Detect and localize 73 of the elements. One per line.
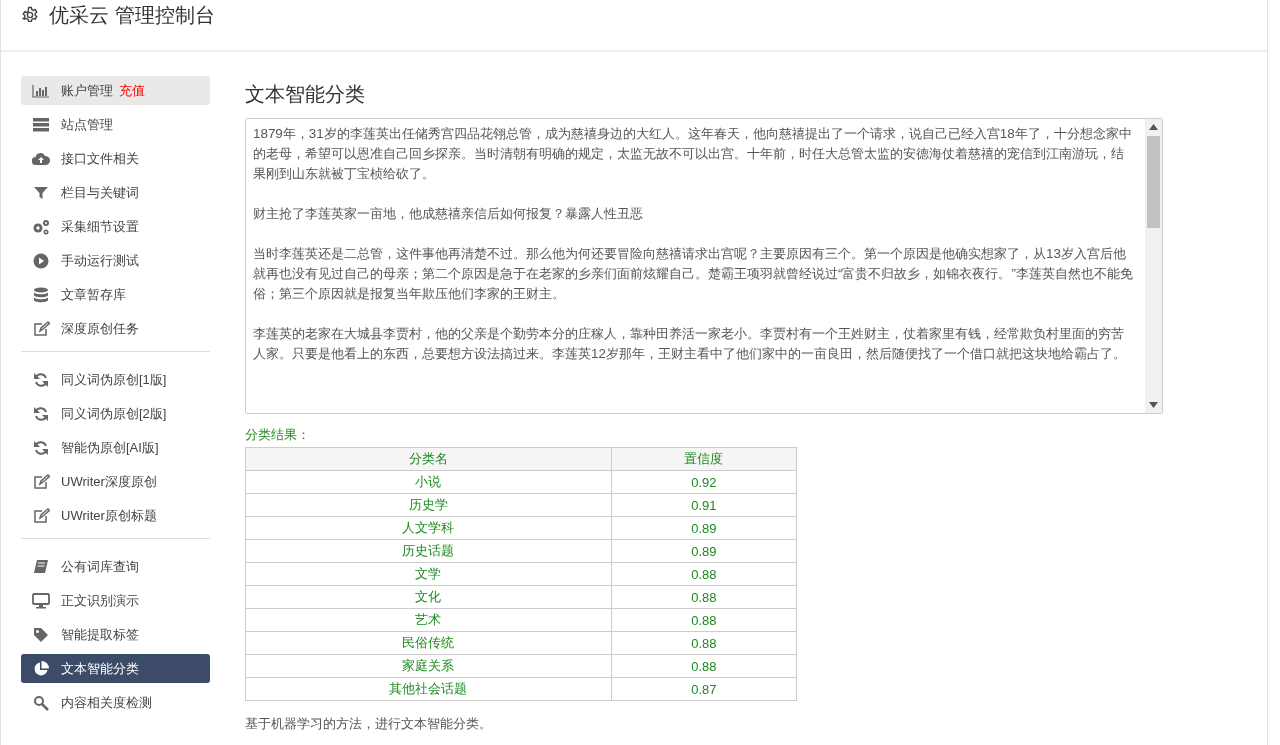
table-cell: 0.89 xyxy=(611,539,797,563)
sidebar-item[interactable]: 智能伪原创[AI版] xyxy=(21,433,210,462)
sidebar-icon xyxy=(33,371,49,388)
sidebar-icon xyxy=(32,83,50,98)
table-cell: 艺术 xyxy=(245,608,612,632)
sidebar-item[interactable]: 公有词库查询 xyxy=(21,552,210,581)
table-cell: 0.92 xyxy=(611,470,797,494)
sidebar-icon xyxy=(33,694,49,711)
table-cell: 0.91 xyxy=(611,493,797,517)
sidebar-icon xyxy=(32,473,50,490)
scrollbar[interactable] xyxy=(1145,119,1162,413)
text-input-area[interactable] xyxy=(245,118,1163,414)
table-cell: 小说 xyxy=(245,470,612,494)
sidebar-item[interactable]: 栏目与关键词 xyxy=(21,178,210,207)
sidebar-item[interactable]: 文本智能分类 xyxy=(21,654,210,683)
table-cell: 历史学 xyxy=(245,493,612,517)
sidebar-icon xyxy=(33,660,49,677)
sidebar-icon xyxy=(33,405,49,422)
sidebar-icon xyxy=(34,185,48,200)
table-cell: 历史话题 xyxy=(245,539,612,563)
sidebar-icon xyxy=(34,286,48,303)
table-cell: 0.88 xyxy=(611,631,797,655)
sidebar-icon xyxy=(32,592,50,609)
page-title: 文本智能分类 xyxy=(245,82,366,106)
sidebar-icon xyxy=(33,439,49,456)
sidebar-item[interactable]: UWriter深度原创 xyxy=(21,467,210,496)
table-cell: 0.88 xyxy=(611,654,797,678)
sidebar-item[interactable]: UWriter原创标题 xyxy=(21,501,210,530)
table-cell: 0.89 xyxy=(611,516,797,540)
sidebar-icon xyxy=(33,626,49,643)
sidebar-item[interactable]: 文章暂存库 xyxy=(21,280,210,309)
sidebar-item[interactable]: 同义词伪原创[2版] xyxy=(21,399,210,428)
paragraph: 财主抢了李莲英家一亩地，他成慈禧亲信后如何报复？暴露人性丑恶 xyxy=(253,205,644,223)
table-cell: 0.88 xyxy=(611,585,797,609)
sidebar-icon xyxy=(33,252,49,269)
sidebar-item[interactable]: 智能提取标签 xyxy=(21,620,210,649)
sidebar-item[interactable]: 采集细节设置 xyxy=(21,212,210,241)
column-header: 分类名 xyxy=(245,447,612,471)
paragraph: 当时李莲英还是二总管，这件事他再清楚不过。那么他为何还要冒险向慈禧请求出宫呢？主要原因有三个。第一个原因是他确实想家了，从13岁入宫后他就再也没有见过自己的母亲；第二个原因是急于在老家的乡亲们面前炫耀自己。楚霸王项羽就曾经说过“富贵不归故乡，如锦衣夜行。”李莲英自然也不能免俗；第三个原因就是报复当年欺压他们李家的王财主。 xyxy=(253,245,1134,303)
sidebar-icon xyxy=(32,117,50,132)
sidebar-item[interactable]: 手动运行测试 xyxy=(21,246,210,275)
table-cell: 0.88 xyxy=(611,608,797,632)
item-label: 账户管理 xyxy=(61,82,113,98)
table-cell: 家庭关系 xyxy=(245,654,612,678)
sidebar-icon xyxy=(32,218,50,235)
sidebar-item[interactable]: 账户管理 充值 xyxy=(21,76,210,105)
paragraph: 李莲英的老家在大城县李贾村，他的父亲是个勤劳本分的庄稼人，靠种田养活一家老小。李贾村有一个王姓财主，仗着家里有钱，经常欺负村里面的穷苦人家。只要是他看上的东西，总要想方设法搞过来。李莲英12岁那年，王财主看中了他们家中的一亩良田，然后随便找了一个借口就把这块地给霸占了。 xyxy=(253,325,1127,363)
scroll-thumb[interactable] xyxy=(1147,136,1160,228)
scroll-up-icon[interactable] xyxy=(1149,124,1158,130)
column-header: 置信度 xyxy=(611,447,797,471)
sidebar-icon xyxy=(32,151,50,166)
sidebar-icon xyxy=(32,320,50,337)
sidebar-item[interactable]: 同义词伪原创[1版] xyxy=(21,365,210,394)
table-cell: 文化 xyxy=(245,585,612,609)
sidebar-icon xyxy=(33,558,49,575)
settings-icon xyxy=(21,6,39,24)
sidebar-item[interactable]: 正文识别演示 xyxy=(21,586,210,615)
app-title: 优采云 管理控制台 xyxy=(49,4,215,26)
sidebar-item[interactable]: 深度原创任务 xyxy=(21,314,210,343)
scroll-down-icon[interactable] xyxy=(1149,402,1158,408)
table-cell: 文学 xyxy=(245,562,612,586)
table-cell: 人文学科 xyxy=(245,516,612,540)
paragraph: 1879年，31岁的李莲英出任储秀宫四品花翎总管，成为慈禧身边的大红人。这年春天，他向慈禧提出了一个请求，说自己已经入宫18年了，十分想念家中的老母，希望可以恩准自己回乡探亲。当时清朝有明确的规定，太监无故不可以出宫。十年前，时任大总管太监的安德海仗着慈禧的宠信到江南游玩，结果刚到山东就被丁宝桢给砍了。 xyxy=(253,125,1133,183)
sidebar-item[interactable]: 内容相关度检测 xyxy=(21,688,210,717)
description-text: 基于机器学习的方法，进行文本智能分类。 xyxy=(245,715,493,733)
table-cell: 其他社会话题 xyxy=(245,677,612,701)
sidebar-item[interactable]: 接口文件相关 xyxy=(21,144,210,173)
table-cell: 民俗传统 xyxy=(245,631,612,655)
sidebar-icon xyxy=(32,507,50,524)
table-cell: 0.88 xyxy=(611,562,797,586)
result-label: 分类结果： xyxy=(245,426,311,444)
table-cell: 0.87 xyxy=(611,677,797,701)
sidebar-item[interactable]: 站点管理 xyxy=(21,110,210,139)
